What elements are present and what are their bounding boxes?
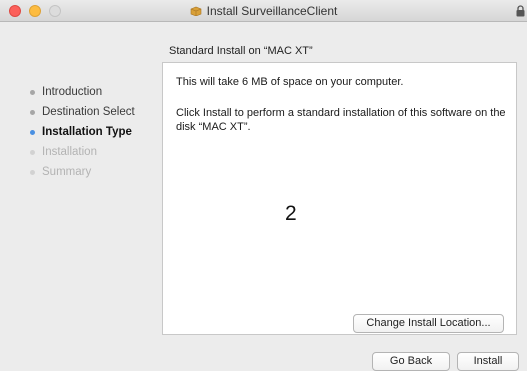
step-dot-icon <box>30 130 35 135</box>
step-label: Installation <box>42 146 97 158</box>
window-title-group: Install SurveillanceClient <box>0 0 527 22</box>
window-title: Install SurveillanceClient <box>206 4 338 18</box>
step-summary: Summary <box>30 162 135 182</box>
page-heading: Standard Install on “MAC XT” <box>169 45 313 57</box>
step-label: Destination Select <box>42 106 135 118</box>
step-installation: Installation <box>30 142 135 162</box>
space-requirement-text: This will take 6 MB of space on your com… <box>176 76 404 88</box>
title-bar[interactable]: Install SurveillanceClient <box>0 0 527 22</box>
step-dot-icon <box>30 110 35 115</box>
step-dot-icon <box>30 170 35 175</box>
package-icon <box>190 6 201 16</box>
content-panel: This will take 6 MB of space on your com… <box>162 62 517 335</box>
step-introduction: Introduction <box>30 82 135 102</box>
installer-window: Install SurveillanceClient Standard Inst… <box>0 0 527 371</box>
step-label: Introduction <box>42 86 103 98</box>
step-installation-type: Installation Type <box>30 122 135 142</box>
step-label: Summary <box>42 166 92 178</box>
step-dot-icon <box>30 150 35 155</box>
annotation-number: 2 <box>285 202 297 225</box>
step-list: Introduction Destination Select Installa… <box>30 82 135 182</box>
change-install-location-button[interactable]: Change Install Location... <box>353 314 504 333</box>
step-destination-select: Destination Select <box>30 102 135 122</box>
installer-content: Standard Install on “MAC XT” Introductio… <box>0 22 527 371</box>
go-back-button[interactable]: Go Back <box>372 352 450 371</box>
install-instruction-text: Click Install to perform a standard inst… <box>176 107 506 133</box>
step-dot-icon <box>30 90 35 95</box>
lock-icon[interactable] <box>516 5 525 17</box>
step-label: Installation Type <box>42 126 132 138</box>
install-button[interactable]: Install <box>457 352 519 371</box>
